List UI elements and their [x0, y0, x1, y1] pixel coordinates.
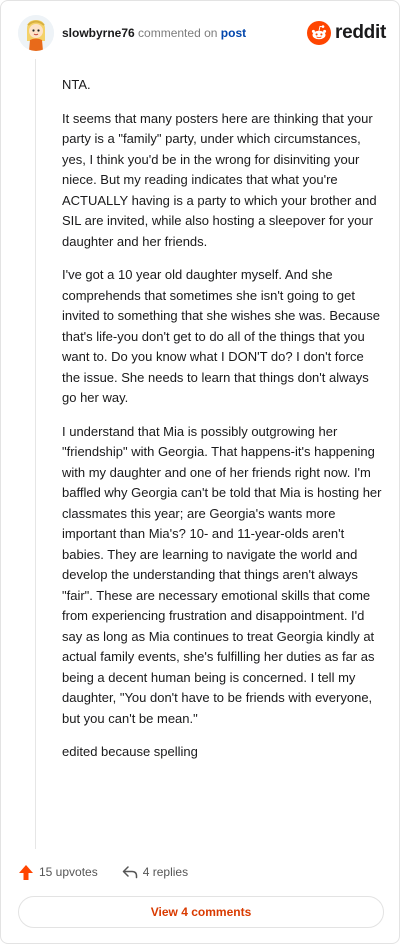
comment-meta: slowbyrne76 commented on post — [62, 26, 246, 40]
post-link[interactable]: post — [221, 26, 246, 40]
comment-paragraph: I've got a 10 year old daughter myself. … — [62, 267, 380, 405]
reddit-brand[interactable]: reddit — [307, 20, 386, 46]
upvote-arrow-icon — [19, 864, 33, 880]
upvote-count: 15 upvotes — [39, 865, 98, 879]
reply-count: 4 replies — [142, 865, 189, 879]
avatar-icon — [18, 15, 54, 51]
replies-button[interactable]: 4 replies — [122, 865, 188, 879]
thread-line[interactable] — [35, 59, 36, 849]
reddit-logo-icon — [307, 21, 332, 45]
reddit-wordmark: reddit — [335, 22, 386, 43]
user-avatar[interactable] — [18, 15, 54, 51]
comment-paragraph: edited because spelling — [62, 744, 198, 759]
comment-paragraph: NTA. — [62, 77, 91, 92]
comment-paragraph: I understand that Mia is possibly outgro… — [62, 423, 382, 726]
comment-header: slowbyrne76 commented on post reddit — [18, 15, 386, 55]
reply-arrow-icon — [122, 866, 137, 879]
username-link[interactable]: slowbyrne76 — [62, 26, 135, 40]
upvote-button[interactable]: 15 upvotes — [18, 864, 98, 881]
action-text: commented on — [138, 26, 218, 40]
view-comments-button[interactable]: View 4 comments — [18, 896, 384, 928]
comment-card: slowbyrne76 commented on post reddit NTA… — [0, 0, 400, 944]
comment-actions: 15 upvotes 4 replies — [18, 863, 188, 881]
comment-paragraph: It seems that many posters here are thin… — [62, 110, 377, 249]
comment-body: NTA. It seems that many posters here are… — [62, 75, 384, 776]
